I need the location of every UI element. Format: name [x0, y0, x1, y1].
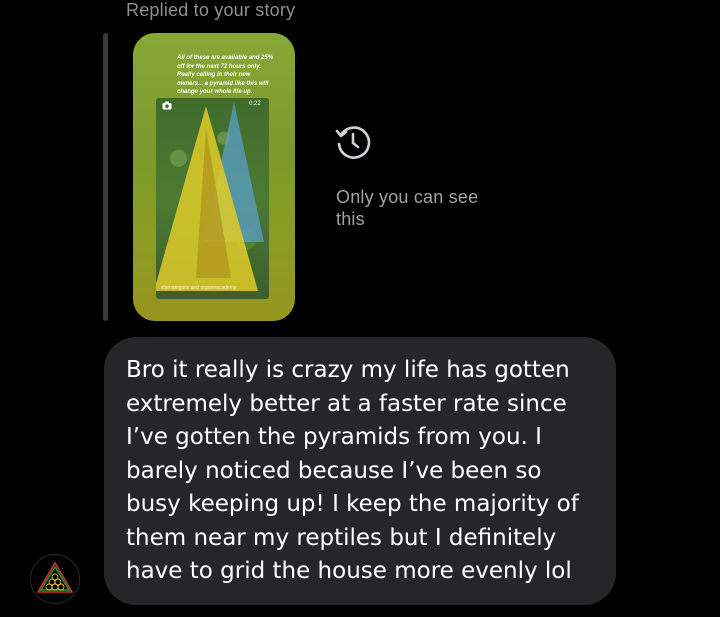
replied-to-story-label: Replied to your story — [126, 0, 296, 20]
pyramid-shading — [196, 128, 231, 278]
story-footer-credit: shenanigans and orgoneacademy — [161, 285, 237, 291]
story-caption-text: All of these are available and 25% off f… — [177, 55, 274, 95]
history-icon — [335, 126, 371, 159]
flower-of-life-avatar-icon — [36, 561, 74, 593]
camera-icon — [162, 101, 172, 110]
story-preview-card[interactable]: All of these are available and 25% off f… — [133, 33, 295, 321]
reply-indicator-bar — [103, 33, 108, 321]
story-timer: 0:22 — [249, 101, 261, 107]
message-text: Bro it really is crazy my life has gotte… — [126, 357, 579, 584]
story-media-image — [156, 98, 269, 299]
message-bubble[interactable]: Bro it really is crazy my life has gotte… — [104, 337, 616, 605]
only-you-can-see-this-text: Only you can see this — [336, 187, 479, 229]
sender-avatar[interactable] — [30, 554, 80, 604]
